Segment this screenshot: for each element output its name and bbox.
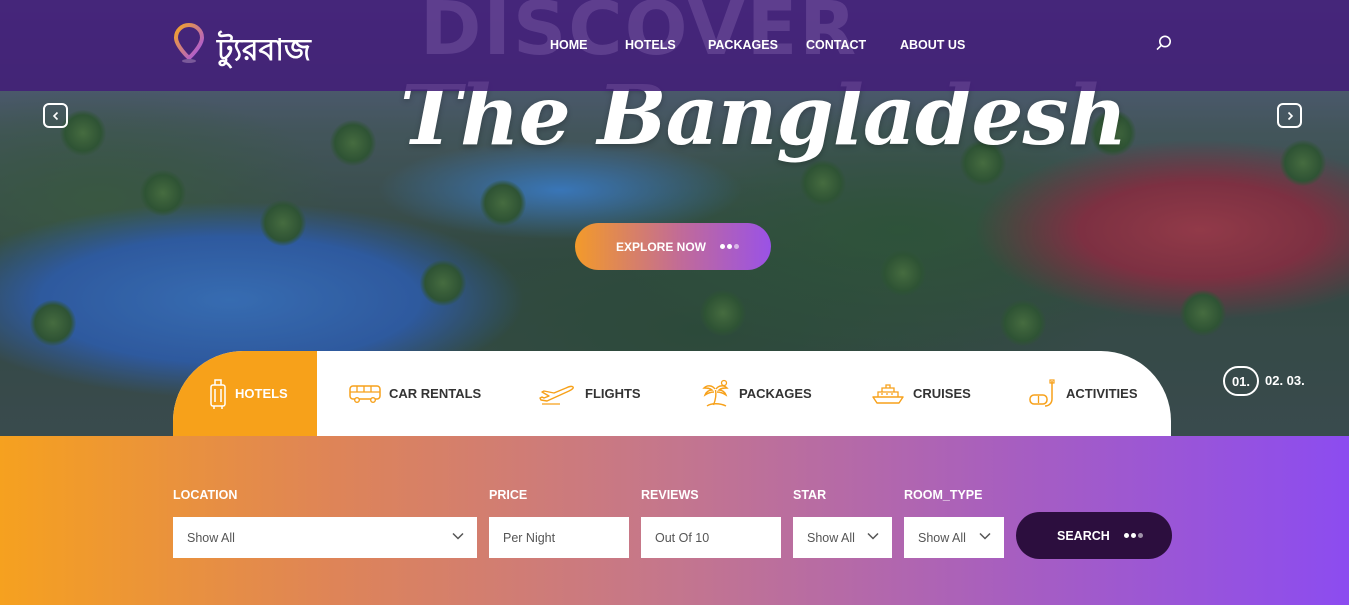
chevron-down-icon — [867, 532, 879, 540]
room-type-label: ROOM_TYPE — [904, 488, 983, 502]
palm-tree-icon — [702, 379, 729, 407]
top-navbar: DISCOVER ট্যুরবাজ HOME HOTELS PACKAGES C… — [0, 0, 1349, 91]
reviews-placeholder: Out Of 10 — [655, 530, 710, 545]
tab-label: CAR RENTALS — [389, 386, 482, 401]
chevron-down-icon — [452, 532, 464, 540]
tab-label: FLIGHTS — [585, 386, 641, 401]
snorkel-icon — [1029, 378, 1055, 407]
star-value: Show All — [807, 530, 855, 545]
location-select[interactable]: Show All — [173, 517, 477, 558]
tab-label: ACTIVITIES — [1066, 386, 1138, 401]
price-label: PRICE — [489, 488, 528, 502]
logo-text[interactable]: ট্যুরবাজ — [217, 26, 311, 77]
star-select[interactable]: Show All — [793, 517, 892, 558]
location-pin-icon — [173, 22, 205, 63]
background-word: DISCOVER — [420, 0, 859, 72]
slider-next-button[interactable] — [1277, 103, 1302, 128]
nav-item-about-us[interactable]: ABOUT US — [900, 38, 965, 52]
location-label: LOCATION — [173, 488, 238, 502]
dots-icon — [1123, 533, 1143, 538]
tab-car-rentals[interactable]: CAR RENTALS — [349, 351, 481, 436]
reviews-label: REVIEWS — [641, 488, 699, 502]
search-panel: LOCATION PRICE REVIEWS STAR ROOM_TYPE Sh… — [0, 436, 1349, 605]
tab-packages[interactable]: PACKAGES — [701, 351, 812, 436]
tab-flights[interactable]: FLIGHTS — [539, 351, 641, 436]
star-label: STAR — [793, 488, 827, 502]
tab-label: PACKAGES — [739, 386, 812, 401]
tab-label: HOTELS — [235, 386, 288, 401]
airplane-icon — [539, 385, 574, 405]
tab-activities[interactable]: ACTIVITIES — [1028, 351, 1138, 436]
tab-cruises[interactable]: CRUISES — [871, 351, 971, 436]
explore-now-label: EXPLORE NOW — [616, 239, 707, 254]
slider-prev-button[interactable] — [43, 103, 68, 128]
bus-icon — [349, 384, 381, 403]
search-label: SEARCH — [1057, 528, 1110, 543]
nav-item-home[interactable]: HOME — [550, 38, 588, 52]
reviews-field[interactable]: Out Of 10 — [641, 517, 781, 558]
search-button[interactable]: SEARCH — [1016, 512, 1172, 559]
dots-icon — [720, 244, 740, 249]
tab-hotels[interactable]: HOTELS — [173, 351, 317, 436]
price-placeholder: Per Night — [503, 530, 556, 545]
room-type-value: Show All — [918, 530, 966, 545]
price-field[interactable]: Per Night — [489, 517, 629, 558]
search-icon[interactable] — [1155, 34, 1173, 52]
luggage-icon — [210, 378, 226, 409]
pager-others[interactable]: 02. 03. — [1265, 373, 1305, 388]
chevron-right-icon — [1287, 111, 1293, 120]
chevron-down-icon — [979, 532, 991, 540]
nav-item-hotels[interactable]: HOTELS — [625, 38, 676, 52]
nav-item-contact[interactable]: CONTACT — [806, 38, 866, 52]
chevron-left-icon — [52, 111, 58, 120]
room-type-select[interactable]: Show All — [904, 517, 1004, 558]
location-value: Show All — [187, 530, 235, 545]
tab-label: CRUISES — [913, 386, 971, 401]
nav-item-packages[interactable]: PACKAGES — [708, 38, 778, 52]
category-tabs: HOTELS CAR RENTALS FLIGHTS PACKAGES CRUI… — [173, 351, 1171, 436]
explore-now-button[interactable]: EXPLORE NOW — [575, 223, 771, 270]
ship-icon — [872, 383, 904, 404]
pager-current[interactable]: 01. — [1223, 366, 1259, 396]
